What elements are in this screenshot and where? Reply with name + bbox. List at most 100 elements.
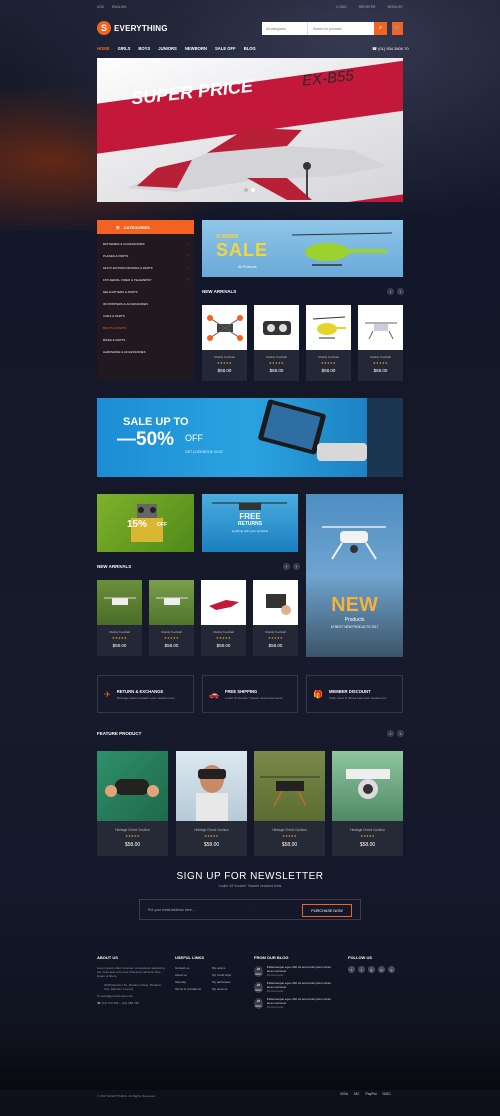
feature-discount[interactable]: 🎁 MEMBER DISCOUNT Pado Certo D dhesa Kelo…: [306, 675, 403, 713]
feature-shipping[interactable]: 🚗 FREE SHIPPING Loqfer Al Sousbe' Yasaeit…: [202, 675, 298, 713]
product-card[interactable]: Muddy Football ★★★★★ $58.00: [253, 580, 298, 656]
banner-link[interactable]: GET LOOKBOOK 01/02: [185, 450, 223, 454]
product-name[interactable]: Heritage Check Cushion: [332, 828, 403, 832]
product-card[interactable]: Muddy Football ★★★★★ $58.00: [149, 580, 194, 656]
product-image[interactable]: [306, 305, 351, 350]
product-card[interactable]: Muddy Football ★★★★★ $58.00: [358, 305, 403, 381]
category-item[interactable]: FPV AERIAL VIDEO & TELEMETRY ›: [103, 274, 194, 286]
chevron-right-icon[interactable]: ›: [397, 288, 404, 295]
summer-sale-banner[interactable]: SUMMER SALE All Products: [202, 220, 403, 277]
feature-card[interactable]: Heritage Check Cushion ★★★★★ $58.00: [97, 751, 168, 856]
google-plus-icon[interactable]: g: [368, 966, 375, 973]
category-item[interactable]: MULTI-ROTORS DRONES & PARTS ›: [103, 262, 194, 274]
linkedin-icon[interactable]: in: [378, 966, 385, 973]
nav-boys[interactable]: BOYS: [138, 46, 150, 51]
footer-link[interactable]: My addresses: [212, 980, 249, 984]
product-image[interactable]: [254, 305, 299, 350]
search-icon[interactable]: ⌕: [374, 22, 387, 35]
chevron-right-icon[interactable]: ›: [397, 730, 404, 737]
search-category-select[interactable]: All categories: [262, 22, 308, 35]
subscribe-button[interactable]: PURCHASE NOW: [302, 904, 352, 917]
pinterest-icon[interactable]: p: [388, 966, 395, 973]
chevron-right-icon[interactable]: ›: [293, 563, 300, 570]
footer-link[interactable]: About us: [175, 973, 212, 977]
product-card[interactable]: Muddy Football ★★★★★ $58.00: [254, 305, 299, 381]
nav-girls[interactable]: GIRLS: [118, 46, 131, 51]
nav-juniors[interactable]: JUNIORS: [158, 46, 177, 51]
category-item[interactable]: CARS & PARTS: [103, 310, 194, 322]
search-input[interactable]: Search for products: [308, 27, 374, 31]
currency-select[interactable]: USD: [97, 5, 104, 9]
product-card[interactable]: Muddy Football ★★★★★ $58.00: [201, 580, 246, 656]
product-image[interactable]: [176, 751, 247, 821]
product-name[interactable]: Heritage Check Cushion: [97, 828, 168, 832]
footer-link[interactable]: My orders: [212, 966, 249, 970]
product-name[interactable]: Heritage Check Cushion: [254, 828, 325, 832]
product-image[interactable]: [254, 751, 325, 821]
twitter-icon[interactable]: t: [358, 966, 365, 973]
hero-slider[interactable]: SUPER PRICE EX-B55: [97, 58, 403, 202]
product-name[interactable]: Muddy Football: [306, 355, 351, 359]
category-item-active[interactable]: BOATS & PARTS: [103, 322, 194, 334]
product-name[interactable]: Muddy Football: [253, 630, 298, 634]
footer-link[interactable]: My credit slips: [212, 973, 249, 977]
product-image[interactable]: [202, 305, 247, 350]
chevron-left-icon[interactable]: ‹: [387, 288, 394, 295]
promo-tile-new-products[interactable]: NEW Products 10 BEST NEW PRODUCTS 2017: [306, 494, 403, 657]
chevron-left-icon[interactable]: ‹: [387, 730, 394, 737]
login-link[interactable]: LOGIN: [336, 5, 346, 9]
category-item[interactable]: BATTERIES & ACCESSORIES ›: [103, 238, 194, 250]
feature-card[interactable]: Heritage Check Cushion ★★★★★ $58.00: [176, 751, 247, 856]
slider-dot[interactable]: [244, 188, 248, 192]
promo-tile-discount[interactable]: 15% OFF: [97, 494, 194, 552]
blog-title[interactable]: Pellentesque eget nibh sit amet felis ip…: [267, 981, 334, 990]
facebook-icon[interactable]: f: [348, 966, 355, 973]
footer-link[interactable]: Contact us: [175, 966, 212, 970]
wishlist-link[interactable]: WISHLIST: [387, 5, 403, 9]
feature-card[interactable]: Heritage Check Cushion ★★★★★ $58.00: [254, 751, 325, 856]
blog-post[interactable]: 28 AUG Pellentesque eget nibh sit amet fe…: [254, 997, 334, 1009]
footer-link[interactable]: Sitemap: [175, 980, 212, 984]
product-name[interactable]: Muddy Football: [358, 355, 403, 359]
nav-sale-off[interactable]: SALE OFF: [215, 46, 236, 51]
product-image[interactable]: [358, 305, 403, 350]
blog-post[interactable]: 28 AUG Pellentesque eget nibh sit amet fe…: [254, 981, 334, 993]
footer-link[interactable]: My account: [212, 987, 249, 991]
footer-link[interactable]: Terms & Conditions: [175, 987, 212, 991]
category-item[interactable]: 3D PRINTERS & ACCESSORIES: [103, 298, 194, 310]
register-link[interactable]: REGISTER: [359, 5, 376, 9]
cart-icon[interactable]: 🛒: [392, 22, 403, 35]
blog-title[interactable]: Pellentesque eget nibh sit amet felis ip…: [267, 997, 334, 1006]
product-name[interactable]: Muddy Football: [149, 630, 194, 634]
footer-email[interactable]: ✉ name@yourdomain.com: [97, 994, 167, 998]
blog-post[interactable]: 28 AUG Pellentesque eget nibh sit amet fe…: [254, 965, 334, 977]
promo-tile-free-returns[interactable]: FREE RETURNS anything with your products: [202, 494, 298, 552]
categories-header[interactable]: ☰ CATEGORIES: [97, 220, 194, 234]
blog-title[interactable]: Pellentesque eget nibh sit amet felis ip…: [267, 965, 334, 974]
feature-card[interactable]: Heritage Check Cushion ★★★★★ $58.00: [332, 751, 403, 856]
language-select[interactable]: ENGLISH: [112, 5, 126, 9]
nav-blog[interactable]: BLOG: [244, 46, 256, 51]
product-image[interactable]: [332, 751, 403, 821]
product-name[interactable]: Heritage Check Cushion: [176, 828, 247, 832]
category-item[interactable]: HELICOPTERS & PARTS: [103, 286, 194, 298]
slider-dot-active[interactable]: [251, 188, 255, 192]
product-card[interactable]: Muddy Football ★★★★★ $58.00: [97, 580, 142, 656]
nav-newborn[interactable]: NEWBORN: [185, 46, 207, 51]
category-item[interactable]: HARDWARE & ACCESSORIES: [103, 346, 194, 358]
chevron-left-icon[interactable]: ‹: [283, 563, 290, 570]
product-name[interactable]: Muddy Football: [97, 630, 142, 634]
email-field[interactable]: Put your email address here...: [148, 908, 195, 912]
product-card[interactable]: Muddy Football ★★★★★ $58.00: [306, 305, 351, 381]
feature-return[interactable]: ✈ RETURN & EXCHANGE Message jacket hardek…: [97, 675, 194, 713]
product-card[interactable]: Muddy Football ★★★★★ $58.00: [202, 305, 247, 381]
product-name[interactable]: Muddy Football: [202, 355, 247, 359]
category-item[interactable]: PLANES & PARTS ›: [103, 250, 194, 262]
product-image[interactable]: [97, 580, 142, 625]
nav-home[interactable]: HOME: [97, 46, 110, 51]
product-name[interactable]: Muddy Football: [201, 630, 246, 634]
product-image[interactable]: [97, 751, 168, 821]
product-image[interactable]: [149, 580, 194, 625]
category-item[interactable]: BIKES & PARTS: [103, 334, 194, 346]
sale-banner[interactable]: SALE UP TO —50% OFF GET LOOKBOOK 01/02: [97, 398, 403, 477]
